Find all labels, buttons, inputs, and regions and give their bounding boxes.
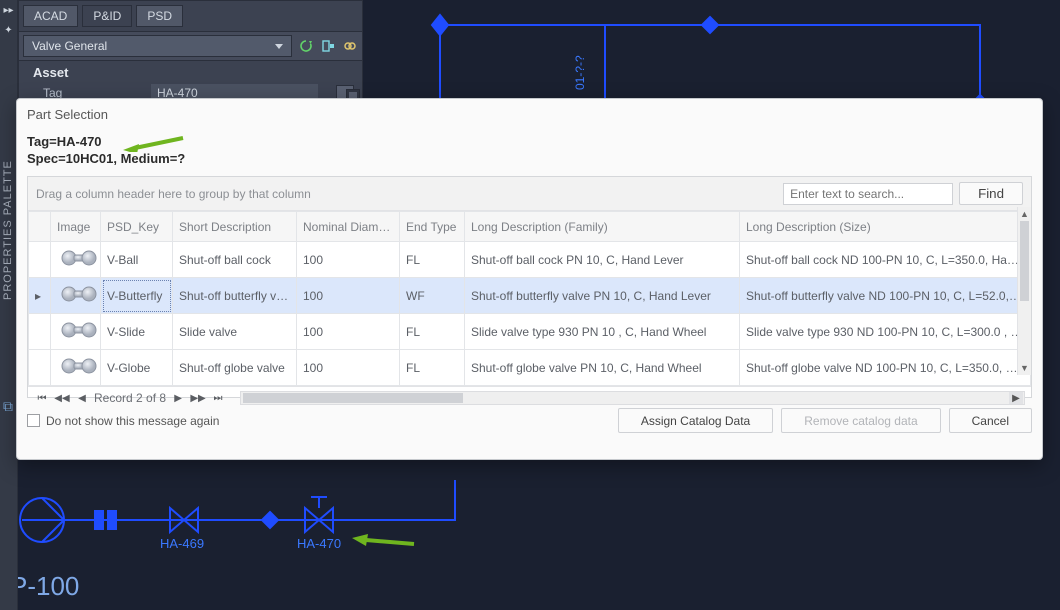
table-row[interactable]: V-BallShut-off ball cock100FLShut-off ba…: [29, 242, 1031, 278]
dont-show-again-label: Do not show this message again: [46, 414, 219, 428]
parts-table[interactable]: Image PSD_Key Short Description Nominal …: [28, 211, 1031, 386]
col-nomdia[interactable]: Nominal Diameter: [297, 212, 400, 242]
gutter-handle-icon[interactable]: ▸▸: [3, 4, 15, 16]
cell-nomdia: 100: [297, 278, 400, 314]
table-row[interactable]: V-GlobeShut-off globe valve100FLShut-off…: [29, 350, 1031, 386]
annotation-arrow-ha470: [352, 534, 416, 552]
cell-shortdesc: Shut-off globe valve: [173, 350, 297, 386]
select-in-drawing-icon[interactable]: [320, 38, 336, 54]
pager-text: Record 2 of 8: [94, 391, 166, 405]
remove-catalog-button: Remove catalog data: [781, 408, 940, 433]
cell-image: [51, 242, 101, 278]
palette-tabs: ACAD P&ID PSD: [19, 1, 362, 32]
valve-label-ha470: HA-470: [297, 536, 341, 551]
pager-nextpage-button[interactable]: ▶▶: [190, 390, 206, 406]
dialog-spec-line: Spec=10HC01, Medium=?: [27, 151, 1032, 166]
properties-palette: ACAD P&ID PSD Valve General Asset Tag HA…: [18, 0, 363, 109]
cell-psdkey: V-Slide: [101, 314, 173, 350]
col-longsize[interactable]: Long Description (Size): [740, 212, 1031, 242]
row-indicator: [29, 314, 51, 350]
annotation-arrow-tag: [123, 136, 185, 152]
cell-shortdesc: Slide valve: [173, 314, 297, 350]
col-image[interactable]: Image: [51, 212, 101, 242]
cell-psdkey: V-Globe: [101, 350, 173, 386]
link-icon[interactable]: [342, 38, 358, 54]
col-shortdesc[interactable]: Short Description: [173, 212, 297, 242]
cell-longsize: Shut-off butterfly valve ND 100-PN 10, C…: [740, 278, 1031, 314]
cell-longfam: Slide valve type 930 PN 10 , C, Hand Whe…: [465, 314, 740, 350]
cell-shortdesc: Shut-off butterfly valve: [173, 278, 297, 314]
cell-endtype: WF: [400, 278, 465, 314]
cell-longfam: Shut-off butterfly valve PN 10, C, Hand …: [465, 278, 740, 314]
cell-image: [51, 278, 101, 314]
cell-nomdia: 100: [297, 314, 400, 350]
col-endtype[interactable]: End Type: [400, 212, 465, 242]
col-psdkey[interactable]: PSD_Key: [101, 212, 173, 242]
row-indicator: [29, 242, 51, 278]
cell-image: [51, 350, 101, 386]
assign-catalog-button[interactable]: Assign Catalog Data: [618, 408, 773, 433]
asset-section-title: Asset: [33, 65, 354, 80]
tab-psd[interactable]: PSD: [136, 5, 183, 27]
grid-vertical-scrollbar[interactable]: ▲▼: [1017, 207, 1031, 375]
cell-shortdesc: Shut-off ball cock: [173, 242, 297, 278]
object-type-value: Valve General: [32, 39, 107, 53]
search-input[interactable]: [783, 183, 953, 205]
table-row[interactable]: V-SlideSlide valve100FLSlide valve type …: [29, 314, 1031, 350]
valve-thumbnail-icon: [57, 355, 99, 377]
col-longfam[interactable]: Long Description (Family): [465, 212, 740, 242]
pager-last-button[interactable]: ⏭: [210, 390, 226, 406]
find-button[interactable]: Find: [959, 182, 1023, 205]
chevron-down-icon: [275, 44, 283, 49]
cell-longsize: Slide valve type 930 ND 100-PN 10, C, L=…: [740, 314, 1031, 350]
cell-nomdia: 100: [297, 242, 400, 278]
table-row[interactable]: ▸ V-ButterflyShut-off butterfly valve100W…: [29, 278, 1031, 314]
col-row-indicator[interactable]: [29, 212, 51, 242]
gutter-pin-icon[interactable]: ✦: [3, 24, 15, 36]
dont-show-again-checkbox[interactable]: Do not show this message again: [27, 414, 219, 428]
cancel-button[interactable]: Cancel: [949, 408, 1032, 433]
checkbox-icon: [27, 414, 40, 427]
cell-longfam: Shut-off globe valve PN 10, C, Hand Whee…: [465, 350, 740, 386]
cell-longsize: Shut-off globe valve ND 100-PN 10, C, L=…: [740, 350, 1031, 386]
pager-next-button[interactable]: ▶: [170, 390, 186, 406]
cell-image: [51, 314, 101, 350]
cell-psdkey: V-Ball: [101, 242, 173, 278]
object-type-dropdown[interactable]: Valve General: [23, 35, 292, 57]
valve-thumbnail-icon: [57, 283, 99, 305]
vessel-label: 01-?-?: [573, 55, 587, 90]
pager-prev-button[interactable]: ◀: [74, 390, 90, 406]
cell-nomdia: 100: [297, 350, 400, 386]
pager-first-button[interactable]: ⏮: [34, 390, 50, 406]
valve-thumbnail-icon: [57, 319, 99, 341]
palette-selector-row: Valve General: [19, 32, 362, 61]
cell-longfam: Shut-off ball cock PN 10, C, Hand Lever: [465, 242, 740, 278]
pager-prevpage-button[interactable]: ◀◀: [54, 390, 70, 406]
grid-horizontal-scrollbar[interactable]: ▶: [240, 391, 1025, 405]
tab-acad[interactable]: ACAD: [23, 5, 78, 27]
cell-psdkey: V-Butterfly: [101, 278, 173, 314]
palette-collapse-icon[interactable]: ⧉: [3, 398, 13, 415]
refresh-icon[interactable]: [298, 38, 314, 54]
valve-label-ha469: HA-469: [160, 536, 204, 551]
dialog-title: Part Selection: [17, 99, 1042, 126]
group-hint: Drag a column header here to group by th…: [36, 187, 311, 201]
valve-thumbnail-icon: [57, 247, 99, 269]
tab-pid[interactable]: P&ID: [82, 5, 132, 27]
cell-longsize: Shut-off ball cock ND 100-PN 10, C, L=35…: [740, 242, 1031, 278]
palette-vertical-label: PROPERTIES PALETTE: [2, 160, 14, 300]
cell-endtype: FL: [400, 350, 465, 386]
cell-endtype: FL: [400, 314, 465, 350]
cell-endtype: FL: [400, 242, 465, 278]
grid-pager: ⏮ ◀◀ ◀ Record 2 of 8 ▶ ▶▶ ⏭ ▶: [28, 386, 1031, 409]
parts-grid: Drag a column header here to group by th…: [27, 176, 1032, 398]
row-indicator: ▸: [29, 278, 51, 314]
row-indicator: [29, 350, 51, 386]
part-selection-dialog: Part Selection Tag=HA-470 Spec=10HC01, M…: [16, 98, 1043, 460]
page-title-cad: P-100: [10, 571, 79, 602]
